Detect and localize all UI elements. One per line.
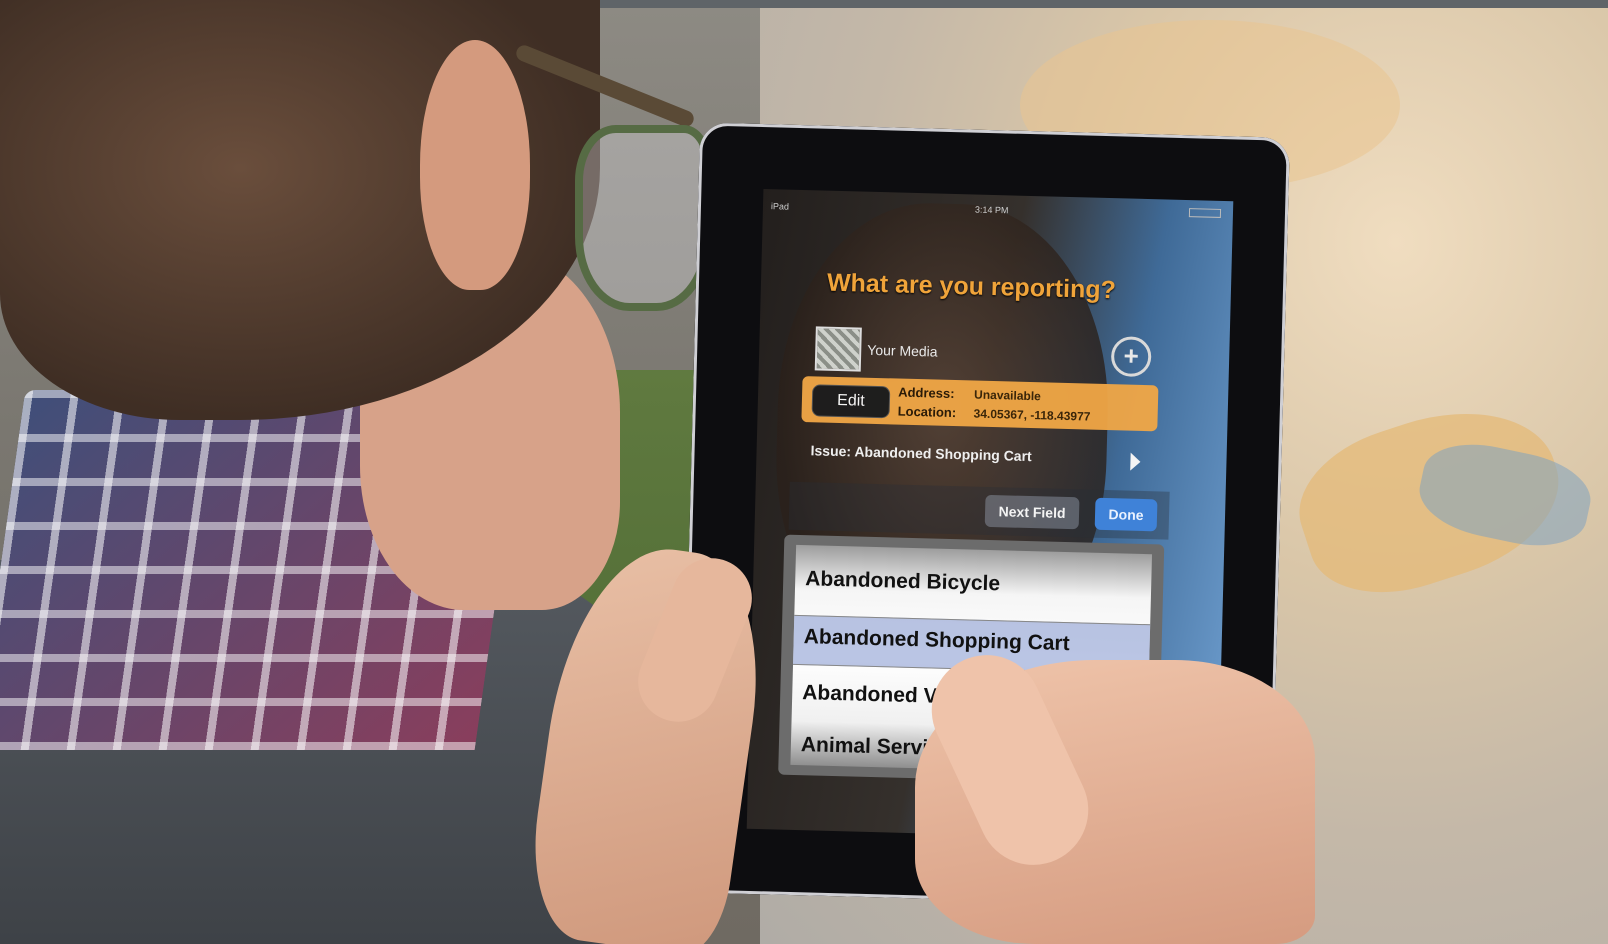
keyboard-toolbar: Next Field Done — [788, 481, 1170, 540]
location-bar: Edit Address: Unavailable Location: 34.0… — [801, 376, 1159, 432]
location-key: Location: — [897, 403, 957, 421]
next-field-button[interactable]: Next Field — [984, 494, 1080, 530]
status-time: 3:14 PM — [974, 204, 1009, 216]
address-key: Address: — [897, 384, 955, 402]
disclosure-arrow-icon[interactable] — [1130, 452, 1141, 471]
done-button[interactable]: Done — [1094, 497, 1158, 532]
address-value: Unavailable — [973, 387, 1042, 404]
edit-location-button[interactable]: Edit — [811, 384, 891, 419]
media-thumbnail[interactable] — [814, 326, 862, 372]
photo-scene: iPad 3:14 PM What are you reporting? You… — [0, 0, 1608, 944]
status-device: iPad — [770, 201, 790, 212]
glasses-lens — [575, 125, 711, 311]
battery-icon — [1188, 208, 1222, 218]
add-media-button[interactable]: + — [1110, 336, 1152, 378]
ear — [420, 40, 530, 290]
location-value: 34.05367, -118.43977 — [973, 406, 1091, 424]
your-media-label: Your Media — [867, 341, 938, 360]
picker-row[interactable]: Abandoned Bicycle — [805, 567, 1000, 596]
